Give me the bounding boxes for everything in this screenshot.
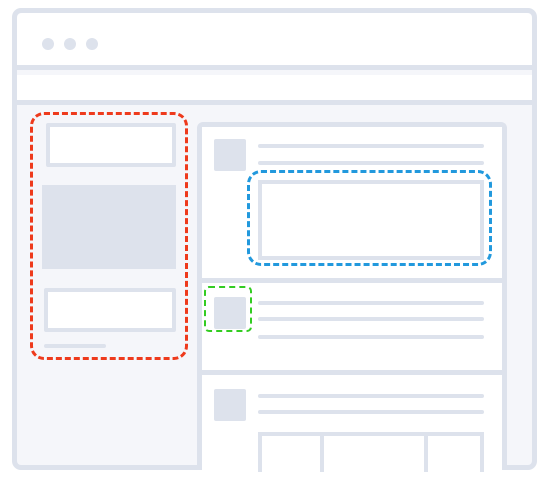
post-text-line — [258, 161, 484, 165]
table-column-divider — [424, 436, 428, 472]
title-bar — [17, 13, 532, 70]
post-text-line — [258, 301, 484, 305]
post-text-line — [258, 335, 484, 339]
avatar — [214, 139, 246, 171]
post-card — [202, 375, 502, 472]
avatar-highlight — [204, 286, 252, 332]
post-text-line — [258, 394, 484, 398]
post-text-line — [258, 144, 484, 148]
post-text-line — [258, 317, 484, 321]
window-dot-icon[interactable] — [42, 38, 54, 50]
post-content-highlight — [247, 170, 492, 266]
window-dot-icon[interactable] — [64, 38, 76, 50]
avatar — [214, 389, 246, 421]
data-table — [258, 432, 484, 472]
window-dot-icon[interactable] — [86, 38, 98, 50]
address-bar[interactable] — [17, 75, 532, 105]
post-text-line — [258, 410, 484, 414]
table-column-divider — [320, 436, 324, 472]
sidebar-highlight — [30, 112, 188, 360]
